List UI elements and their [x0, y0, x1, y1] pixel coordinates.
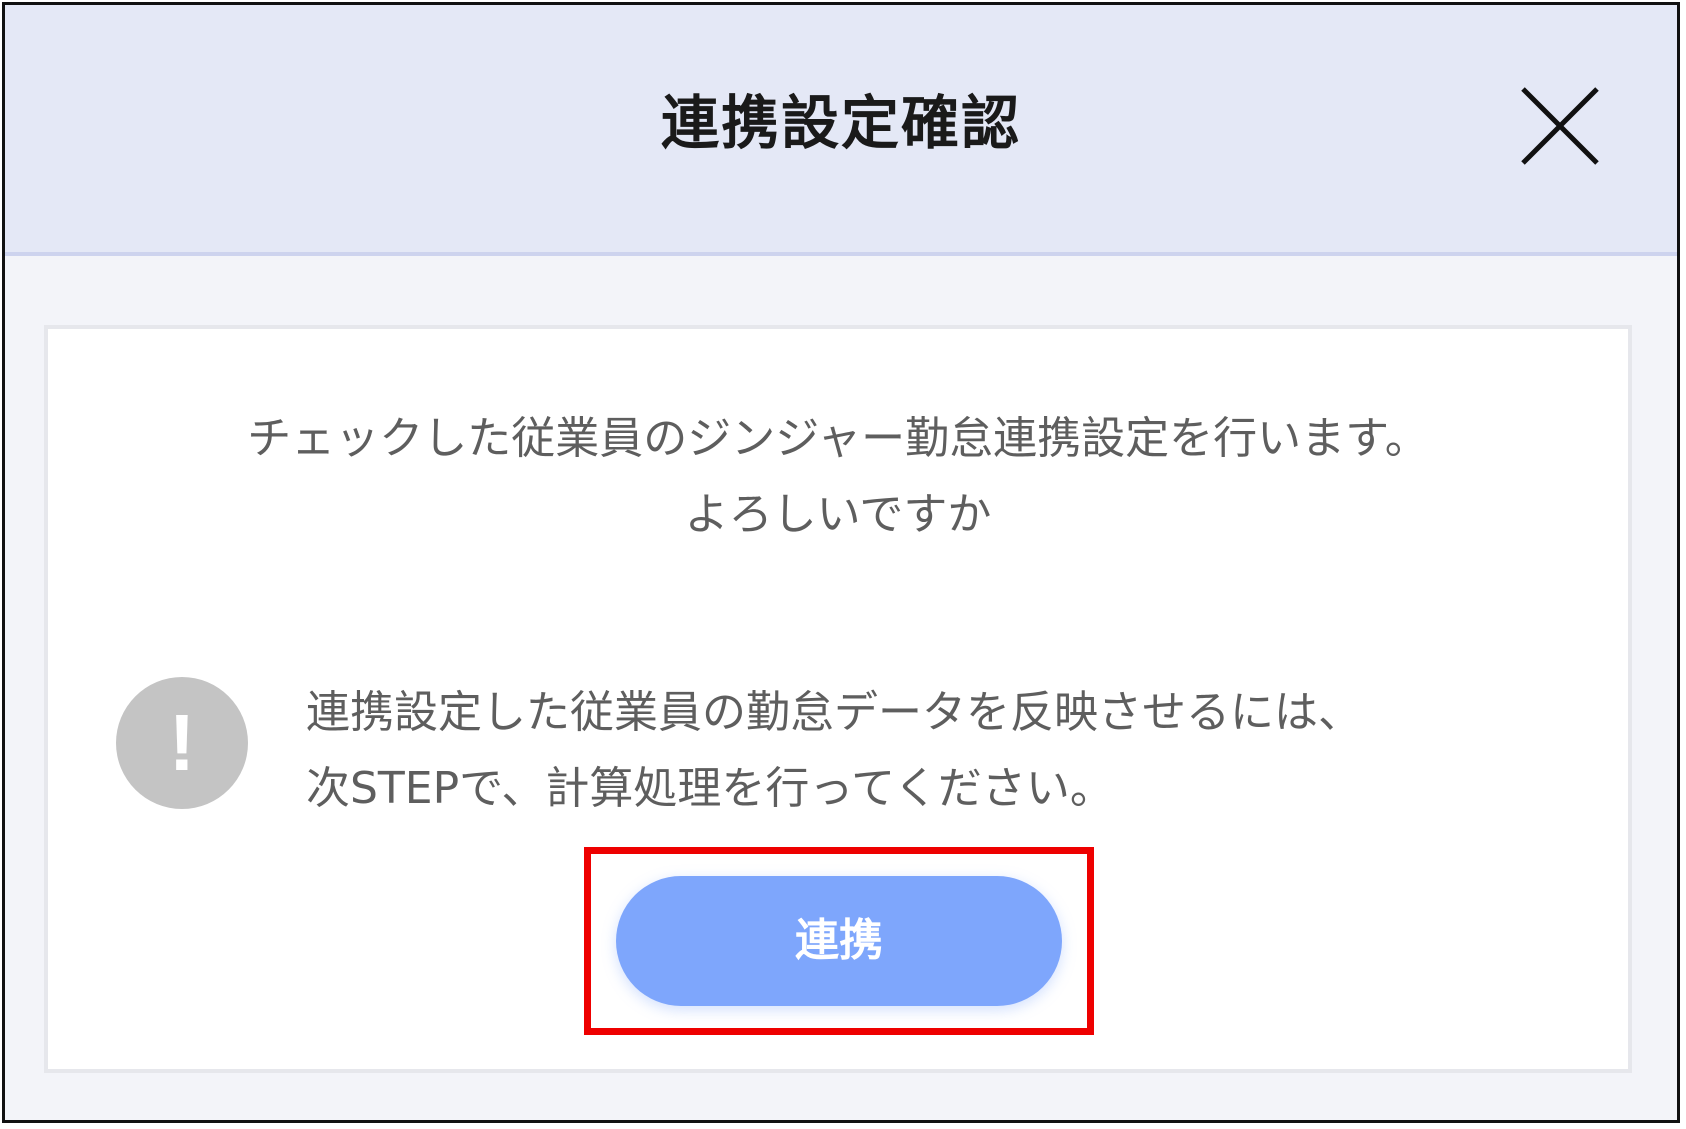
dialog-title: 連携設定確認 — [660, 89, 1021, 157]
notice-text-line: 連携設定した従業員の勤怠データを反映させるには、 — [306, 687, 1362, 738]
close-button[interactable] — [1517, 83, 1603, 169]
confirm-message-line: よろしいですか — [684, 489, 992, 540]
notice-text: 連携設定した従業員の勤怠データを反映させるには、 次STEPで、計算処理を行って… — [306, 675, 1546, 827]
link-button[interactable]: 連携 — [616, 876, 1062, 1006]
dialog-header: 連携設定確認 — [5, 5, 1677, 256]
exclamation-icon: ! — [116, 677, 248, 809]
close-icon — [1521, 87, 1599, 165]
exclamation-mark: ! — [168, 698, 196, 787]
confirm-message: チェックした従業員のジンジャー勤怠連携設定を行います。 よろしいですか — [48, 401, 1628, 553]
notice-text-line: 次STEPで、計算処理を行ってください。 — [306, 763, 1114, 814]
confirm-message-line: チェックした従業員のジンジャー勤怠連携設定を行います。 — [247, 413, 1429, 464]
